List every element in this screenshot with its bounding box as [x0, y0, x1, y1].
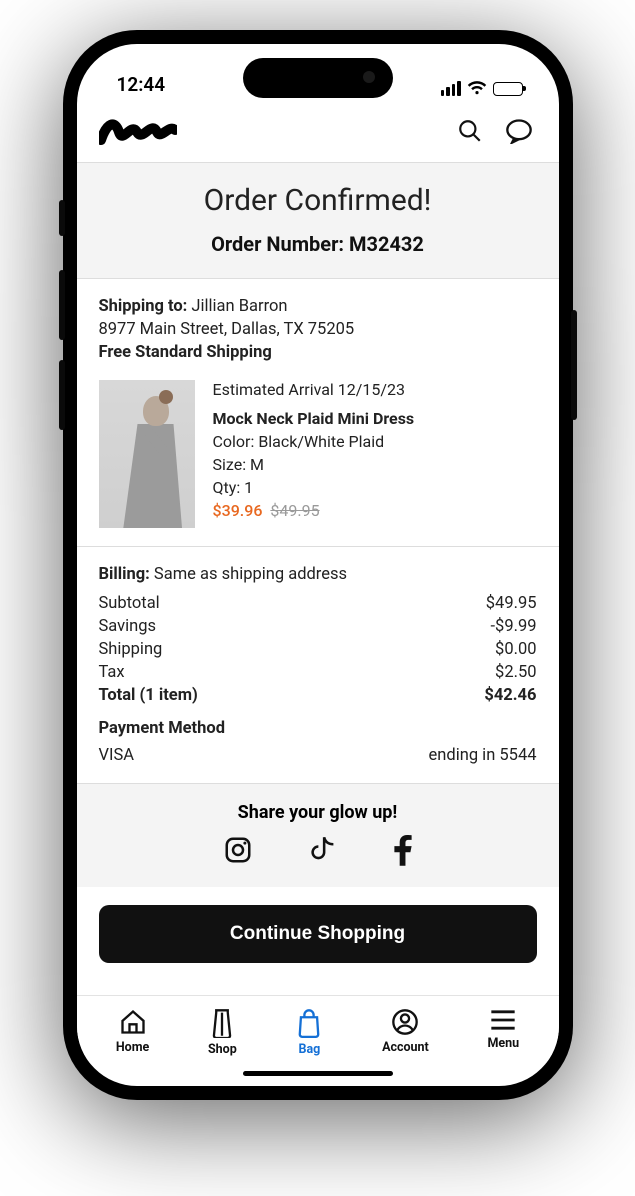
product-image	[99, 380, 195, 528]
tax-label: Tax	[99, 663, 125, 682]
tab-account-label: Account	[382, 1040, 429, 1055]
shipping-label: Shipping	[99, 640, 163, 659]
tab-home-label: Home	[116, 1040, 149, 1055]
order-number: Order Number: M32432	[87, 232, 549, 256]
wifi-icon	[467, 81, 487, 96]
estimated-arrival: Estimated Arrival 12/15/23	[213, 380, 537, 399]
brand-logo[interactable]	[99, 114, 177, 148]
tab-bag-label: Bag	[299, 1042, 321, 1057]
tab-menu[interactable]: Menu	[487, 1008, 519, 1051]
share-title: Share your glow up!	[87, 802, 549, 823]
total-value: $42.46	[484, 686, 536, 705]
subtotal-label: Subtotal	[99, 594, 160, 613]
total-label: Total (1 item)	[99, 686, 198, 705]
tab-bar: Home Shop Bag Account Menu	[77, 995, 559, 1063]
tax-value: $2.50	[495, 663, 536, 682]
billing-section: Billing: Same as shipping address Subtot…	[77, 547, 559, 784]
savings-value: -$9.99	[490, 617, 536, 636]
savings-label: Savings	[99, 617, 157, 636]
payment-brand: VISA	[99, 746, 135, 765]
shipping-section: Shipping to: Jillian Barron 8977 Main St…	[77, 279, 559, 547]
product-color: Color: Black/White Plaid	[213, 432, 537, 451]
page-title: Order Confirmed!	[87, 183, 549, 218]
product-size: Size: M	[213, 455, 537, 474]
tab-bag[interactable]: Bag	[295, 1008, 323, 1057]
shipping-name: Jillian Barron	[191, 297, 287, 316]
tab-shop[interactable]: Shop	[208, 1008, 237, 1057]
price-sale: $39.96	[213, 501, 263, 520]
facebook-icon[interactable]	[393, 835, 413, 867]
product-name: Mock Neck Plaid Mini Dress	[213, 409, 537, 428]
tab-home[interactable]: Home	[116, 1008, 149, 1055]
search-icon[interactable]	[457, 118, 483, 144]
tab-account[interactable]: Account	[382, 1008, 429, 1055]
shipping-to-label: Shipping to:	[99, 297, 188, 316]
billing-label: Billing:	[99, 565, 150, 584]
payment-ending: ending in 5544	[429, 746, 537, 765]
tab-shop-label: Shop	[208, 1042, 237, 1057]
chat-icon[interactable]	[505, 118, 533, 144]
signal-icon	[441, 81, 461, 96]
battery-icon	[493, 82, 523, 96]
subtotal-value: $49.95	[486, 594, 537, 613]
price-original: $49.95	[270, 501, 319, 520]
status-time: 12:44	[117, 73, 166, 96]
tiktok-icon[interactable]	[309, 835, 337, 867]
instagram-icon[interactable]	[223, 835, 253, 867]
continue-shopping-button[interactable]: Continue Shopping	[99, 905, 537, 963]
shipping-method: Free Standard Shipping	[99, 343, 537, 362]
app-header	[77, 102, 559, 162]
billing-value: Same as shipping address	[154, 565, 347, 584]
shipping-address: 8977 Main Street, Dallas, TX 75205	[99, 320, 537, 339]
product-qty: Qty: 1	[213, 478, 537, 497]
share-section: Share your glow up!	[77, 784, 559, 887]
phone-frame: 12:44 Order Confirmed!	[63, 30, 573, 1100]
home-indicator[interactable]	[243, 1071, 393, 1076]
shipping-value: $0.00	[495, 640, 536, 659]
tab-menu-label: Menu	[487, 1036, 519, 1051]
order-confirm-banner: Order Confirmed! Order Number: M32432	[77, 162, 559, 279]
payment-method-title: Payment Method	[99, 719, 537, 738]
order-item: Estimated Arrival 12/15/23 Mock Neck Pla…	[99, 380, 537, 528]
